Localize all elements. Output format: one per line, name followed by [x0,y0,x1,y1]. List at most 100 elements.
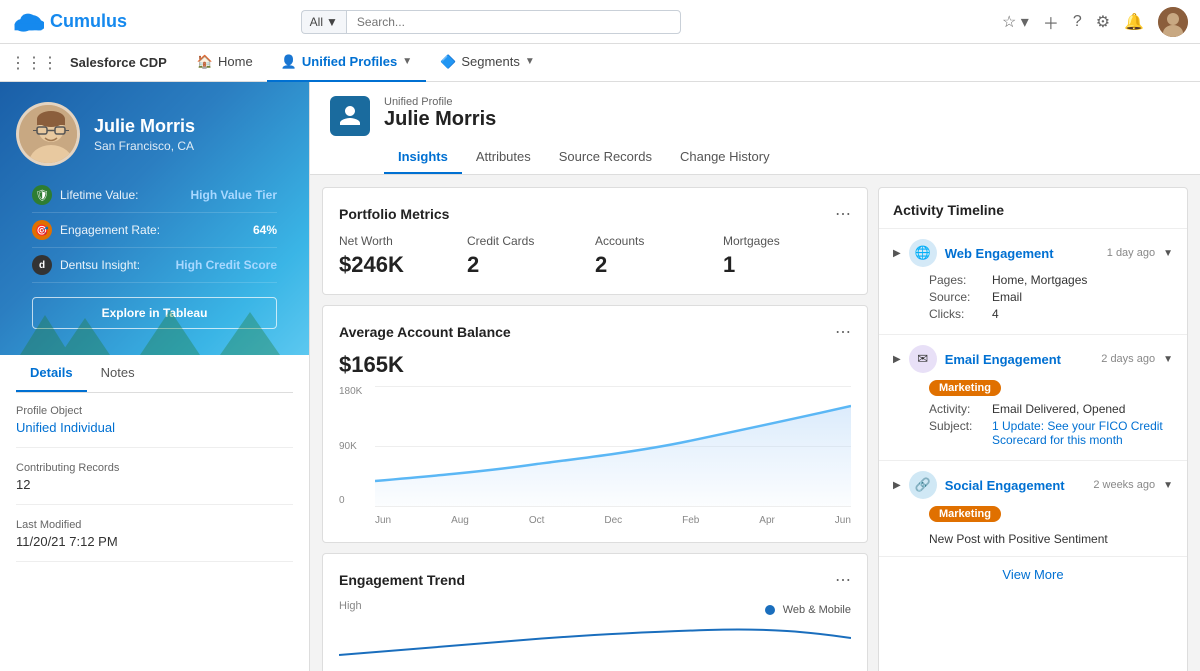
accounts-label: Accounts [595,234,723,248]
profile-name: Julie Morris [94,116,195,137]
nav-tab-home[interactable]: 🏠 Home [183,44,267,82]
app-nav: ⋮⋮⋮ Salesforce CDP 🏠 Home 👤 Unified Prof… [0,44,1200,82]
activity-item-web: ▶ 🌐 Web Engagement 1 day ago ▼ Pages: Ho… [879,229,1187,335]
email-engagement-type: Email Engagement [945,352,1094,367]
nav-tab-unified-profiles[interactable]: 👤 Unified Profiles ▼ [267,44,426,82]
x-label-feb: Feb [682,515,699,526]
engagement-trend-menu[interactable]: ⋯ [835,570,851,590]
email-chevron-right: ▼ [1163,354,1173,365]
view-more-link[interactable]: View More [1002,567,1063,582]
profile-banner-info: Unified Profile Julie Morris Insights At… [384,96,1180,174]
metric-row-engagement: 🎯 Engagement Rate: 64% [32,213,277,248]
avg-balance-menu[interactable]: ⋯ [835,322,851,342]
avg-balance-card: Average Account Balance ⋯ $165K 180K 90K… [322,305,868,543]
web-engagement-details: Pages: Home, Mortgages Source: Email Cli… [879,273,1187,334]
credit-cards-label: Credit Cards [467,234,595,248]
web-engagement-type: Web Engagement [945,246,1099,261]
profile-metrics: 🛡 Lifetime Value: High Value Tier 🎯 Enga… [16,166,293,283]
web-source-val: Email [992,290,1022,304]
email-subject-link[interactable]: 1 Update: See your FICO Credit Scorecard… [992,419,1173,447]
engagement-trend-card: Engagement Trend ⋯ High Web & Mobile [322,553,868,671]
search-scope-button[interactable]: All ▼ [301,10,346,34]
contributing-records-section: Contributing Records 12 [16,462,293,505]
profile-object-section: Profile Object Unified Individual [16,405,293,448]
last-modified-section: Last Modified 11/20/21 7:12 PM [16,519,293,562]
legend-label-web: Web & Mobile [783,604,851,616]
help-icon[interactable]: ? [1073,13,1082,31]
activity-item-social: ▶ 🔗 Social Engagement 2 weeks ago ▼ Mark… [879,461,1187,557]
segments-tab-label: Segments [461,54,520,69]
email-activity-key: Activity: [929,402,984,416]
web-chevron: ▶ [893,248,901,259]
social-badge: Marketing [929,506,1001,522]
social-engagement-type: Social Engagement [945,478,1086,493]
profile-header: Julie Morris San Francisco, CA 🛡 Lifetim… [0,82,309,355]
avatar[interactable] [1158,7,1188,37]
activity-item-email-header[interactable]: ▶ ✉ Email Engagement 2 days ago ▼ [879,335,1187,379]
activity-item-web-header[interactable]: ▶ 🌐 Web Engagement 1 day ago ▼ [879,229,1187,273]
activity-list: ▶ 🌐 Web Engagement 1 day ago ▼ Pages: Ho… [879,229,1187,557]
profile-object-value[interactable]: Unified Individual [16,420,293,435]
settings-icon[interactable]: ⚙ [1096,12,1110,32]
web-clicks-val: 4 [992,307,999,321]
web-pages-key: Pages: [929,273,984,287]
profile-avatar [16,102,80,166]
social-engagement-time: 2 weeks ago [1093,479,1155,491]
tab-change-history[interactable]: Change History [666,141,784,174]
activity-item-social-header[interactable]: ▶ 🔗 Social Engagement 2 weeks ago ▼ [879,461,1187,505]
email-activity-val: Email Delivered, Opened [992,402,1125,416]
metric-accounts: Accounts 2 [595,234,723,278]
grid-icon[interactable]: ⋮⋮⋮ [10,53,58,73]
email-chevron: ▶ [893,354,901,365]
profile-location: San Francisco, CA [94,139,195,153]
content-left: Portfolio Metrics ⋯ Net Worth $246K Cred… [322,187,868,671]
social-engagement-icon: 🔗 [909,471,937,499]
web-engagement-icon: 🌐 [909,239,937,267]
net-worth-label: Net Worth [339,234,467,248]
notes-tab[interactable]: Notes [87,355,149,392]
portfolio-metrics-title: Portfolio Metrics [339,206,449,222]
bell-icon[interactable]: 🔔 [1124,12,1144,32]
add-icon[interactable]: ＋ [1043,10,1059,34]
email-badge: Marketing [929,380,1001,396]
app-name: Salesforce CDP [70,55,167,70]
email-engagement-details: Marketing Activity: Email Delivered, Ope… [879,379,1187,460]
dentsu-icon: d [32,255,52,275]
content-grid: Portfolio Metrics ⋯ Net Worth $246K Cred… [310,175,1200,671]
x-label-oct: Oct [529,515,545,526]
search-scope-chevron: ▼ [326,15,338,29]
portfolio-metrics-menu[interactable]: ⋯ [835,204,851,224]
segments-tab-icon: 🔷 [440,54,456,70]
engagement-label: Engagement Rate: [60,223,160,237]
activity-timeline-section: Activity Timeline ▶ 🌐 Web Engagement 1 d… [878,187,1188,671]
engagement-value: 64% [253,223,277,237]
web-chevron-right: ▼ [1163,248,1173,259]
nav-tab-segments[interactable]: 🔷 Segments ▼ [426,44,549,82]
email-subject-key: Subject: [929,419,984,447]
app-logo[interactable]: Cumulus [12,11,127,33]
engagement-trend-header: Engagement Trend ⋯ [339,570,851,590]
search-input[interactable] [346,10,681,34]
metric-credit-cards: Credit Cards 2 [467,234,595,278]
x-label-jun2: Jun [835,515,851,526]
engagement-trend-title: Engagement Trend [339,572,465,588]
social-chevron-right: ▼ [1163,480,1173,491]
profiles-tab-arrow: ▼ [402,56,412,67]
profile-banner: Unified Profile Julie Morris Insights At… [310,82,1200,175]
tab-insights[interactable]: Insights [384,141,462,174]
tab-source-records[interactable]: Source Records [545,141,666,174]
portfolio-metrics-header: Portfolio Metrics ⋯ [339,204,851,224]
tab-attributes[interactable]: Attributes [462,141,545,174]
legend-dot-web [765,605,775,615]
lifetime-icon: 🛡 [32,185,52,205]
email-activity-row: Activity: Email Delivered, Opened [929,402,1173,416]
favorites-icon[interactable]: ☆ ▾ [1002,12,1029,32]
details-tabs: Details Notes [16,355,293,393]
contributing-records-value: 12 [16,477,293,492]
x-label-jun1: Jun [375,515,391,526]
search-bar: All ▼ [301,10,681,34]
x-label-aug: Aug [451,515,469,526]
avg-balance-title: Average Account Balance [339,324,511,340]
details-tab[interactable]: Details [16,355,87,392]
social-chevron: ▶ [893,480,901,491]
